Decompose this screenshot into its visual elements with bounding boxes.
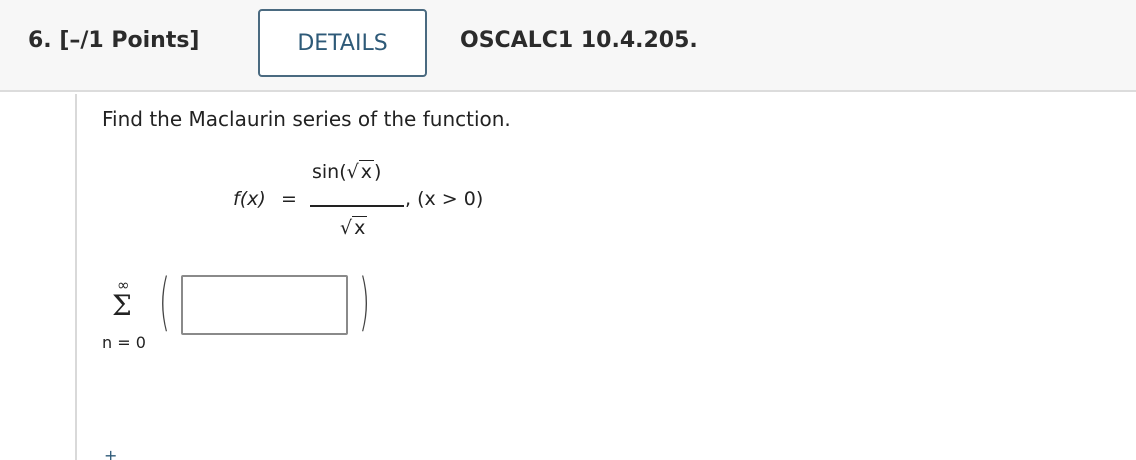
question-number-points: 6. [–/1 Points] xyxy=(28,28,200,53)
question-source-code: OSCALC1 10.4.205. xyxy=(460,28,698,53)
question-header: 6. [–/1 Points] DETAILS OSCALC1 10.4.205… xyxy=(0,0,1136,92)
sigma-icon: Σ xyxy=(112,289,132,322)
plus-icon[interactable]: + xyxy=(104,446,117,460)
domain-condition: , (x > 0) xyxy=(405,188,484,210)
question-body-divider xyxy=(75,94,77,460)
sqrt-symbol: √ x xyxy=(346,160,374,183)
series-term-input[interactable] xyxy=(181,275,348,335)
open-paren: ( xyxy=(159,265,170,338)
fraction-denominator: √ x xyxy=(340,216,368,239)
fraction-bar xyxy=(310,205,404,207)
details-button[interactable]: DETAILS xyxy=(258,9,427,77)
close-paren: ) xyxy=(359,265,370,338)
sqrt-symbol: √ x xyxy=(340,216,368,239)
sum-lower-limit: n = 0 xyxy=(102,333,146,352)
fraction-numerator: sin(√ x) xyxy=(312,160,382,183)
equals-sign: = xyxy=(281,188,297,210)
function-lhs: f(x) xyxy=(233,188,266,210)
problem-prompt: Find the Maclaurin series of the functio… xyxy=(102,107,511,131)
